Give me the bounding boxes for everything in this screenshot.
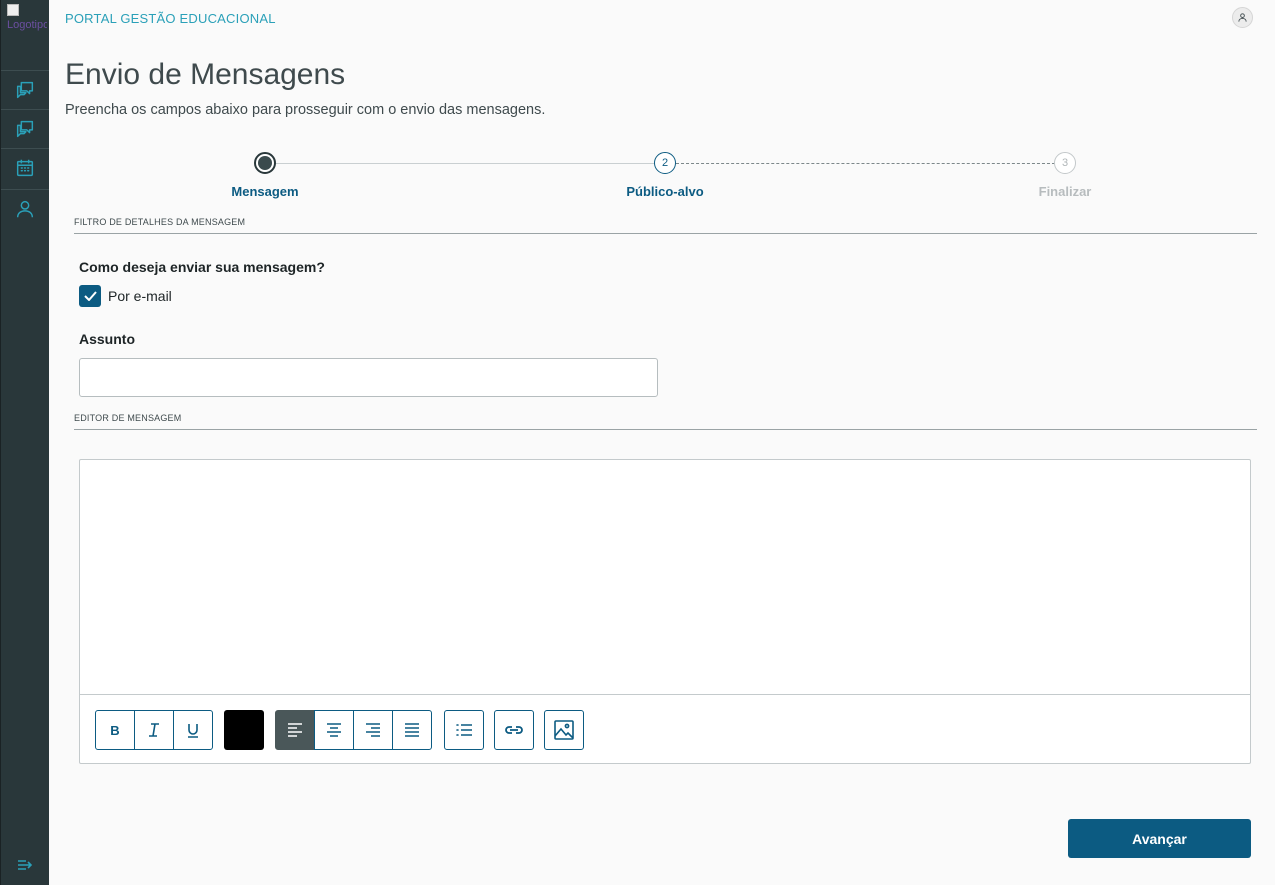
expand-arrow-icon [18,860,33,870]
message-editor: B [79,459,1251,764]
logo-alt-text: Logotipo [7,19,47,31]
logo[interactable]: Logotipo [7,4,47,58]
align-right-icon [366,723,380,737]
underline-icon [188,723,198,738]
chat-bubbles-icon [16,120,34,137]
link-icon [505,726,523,734]
align-center-button[interactable] [314,710,354,750]
insert-link-button[interactable] [494,710,534,750]
step-1-label[interactable]: Mensagem [185,184,345,199]
align-justify-button[interactable] [392,710,432,750]
step-3-indicator: 3 [1054,152,1076,174]
link-group [494,710,534,750]
user-menu-button[interactable] [1232,7,1253,28]
insert-image-button[interactable] [544,710,584,750]
stepper: 2 3 Mensagem Público-alvo Finalizar [0,150,1275,210]
email-option[interactable]: Por e-mail [79,285,172,307]
next-button[interactable]: Avançar [1068,819,1251,858]
step-2-indicator[interactable]: 2 [654,152,676,174]
align-right-button[interactable] [353,710,393,750]
sidebar-item-messages-history[interactable] [1,109,49,147]
step-3-label: Finalizar [1038,184,1092,199]
step-1-indicator[interactable] [254,152,276,174]
editor-content-area[interactable] [80,460,1250,695]
user-icon [1238,13,1247,22]
list-group [444,710,484,750]
checkmark-icon [83,291,97,301]
section-header-editor: EDITOR DE MENSAGEM [74,413,1257,430]
bold-button[interactable]: B [95,710,135,750]
sidebar-item-messages[interactable] [1,70,49,108]
text-style-group: B [95,710,213,750]
italic-icon [149,723,159,737]
app-title: PORTAL GESTÃO EDUCACIONAL [65,11,276,26]
align-justify-icon [405,723,419,737]
align-center-icon [327,723,341,737]
email-checkbox[interactable] [79,285,101,307]
step-number: 3 [1061,157,1069,169]
sidebar: Logotipo [0,0,49,885]
align-left-icon [288,723,302,737]
step-number: 2 [661,157,669,169]
alignment-group [275,710,432,750]
stepper-connector [275,163,654,164]
image-group [544,710,584,750]
broken-image-icon [7,4,19,16]
step-done-dot [258,156,272,170]
underline-button[interactable] [173,710,213,750]
bullet-list-button[interactable] [444,710,484,750]
email-option-label: Por e-mail [108,288,172,304]
stepper-connector [676,163,1055,164]
sidebar-collapse-button[interactable] [1,853,49,877]
bold-icon: B [110,722,120,738]
subject-label: Assunto [79,331,135,347]
text-color-picker[interactable] [224,710,264,750]
section-header-filter: FILTRO DE DETALHES DA MENSAGEM [74,217,1257,234]
step-2-label[interactable]: Público-alvo [585,184,745,199]
subject-input[interactable] [79,358,658,397]
page-title: Envio de Mensagens [65,58,346,91]
image-icon [554,720,574,740]
italic-button[interactable] [134,710,174,750]
chat-bubbles-icon [16,81,34,98]
send-method-question: Como deseja enviar sua mensagem? [79,259,325,275]
page-subtitle: Preencha os campos abaixo para prossegui… [65,102,546,118]
align-left-button[interactable] [275,710,315,750]
bullet-list-icon [455,724,472,736]
